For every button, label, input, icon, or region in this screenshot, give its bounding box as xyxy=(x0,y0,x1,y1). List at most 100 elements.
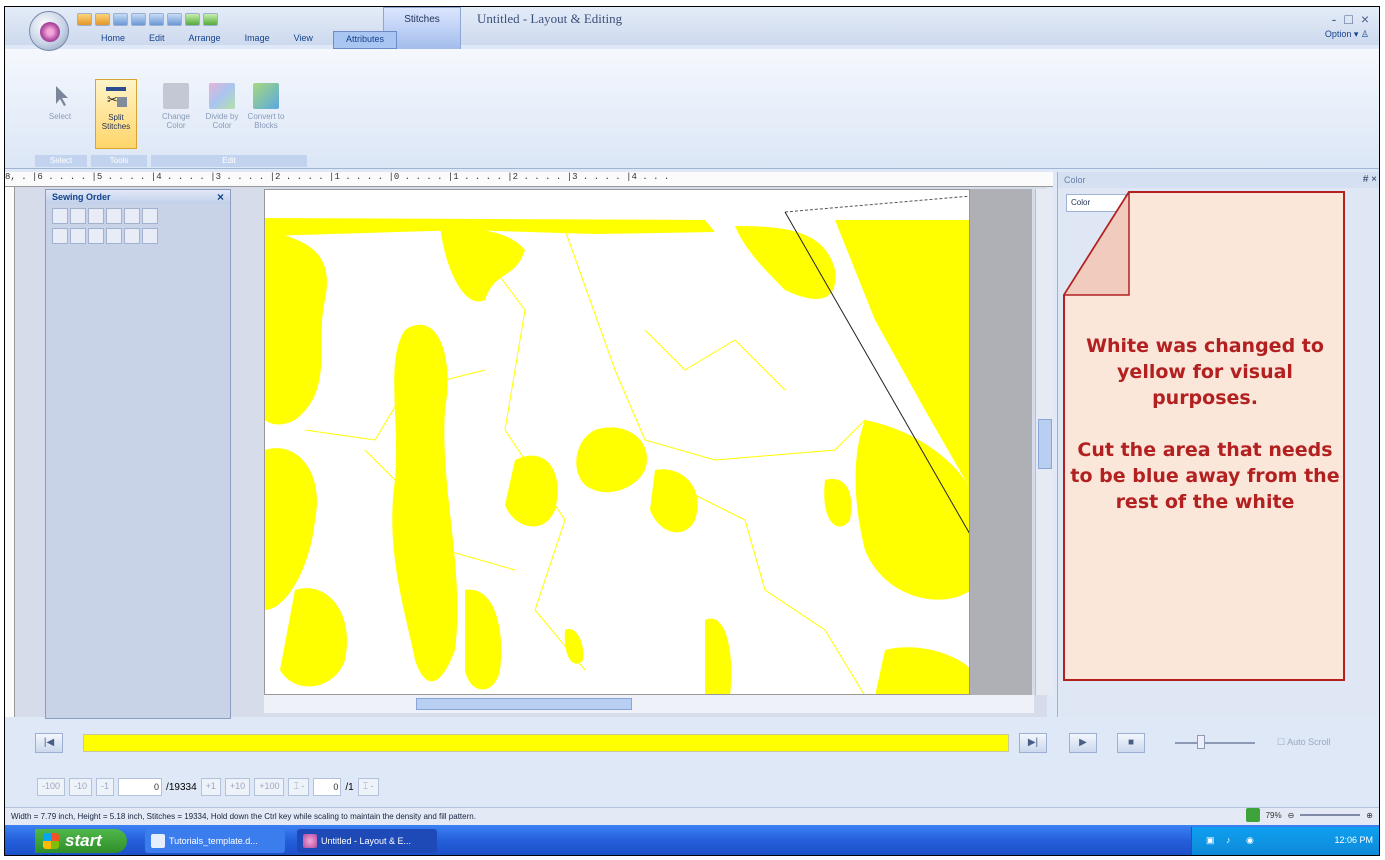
move-down-icon[interactable] xyxy=(88,208,104,224)
auto-scroll-label: Auto Scroll xyxy=(1287,737,1331,747)
new-icon[interactable] xyxy=(77,13,92,26)
zoom-out-icon[interactable]: ⊖ xyxy=(1288,811,1295,820)
ungroup-icon[interactable] xyxy=(70,228,86,244)
stitch-design xyxy=(265,195,969,694)
arrow-icon[interactable] xyxy=(203,13,218,26)
view-icon[interactable] xyxy=(142,208,158,224)
change-color-button[interactable]: Change Color xyxy=(155,83,197,130)
spool-icon xyxy=(163,83,189,109)
print-icon[interactable] xyxy=(149,13,164,26)
vertical-scrollbar[interactable] xyxy=(1035,189,1053,695)
group-icon[interactable] xyxy=(52,228,68,244)
system-tray: ▣ ♪ ◉ 12:06 PM xyxy=(1191,827,1379,855)
sewing-order-close-button[interactable]: × xyxy=(217,190,224,204)
tab-home[interactable]: Home xyxy=(89,31,137,49)
windows-flag-icon xyxy=(43,833,59,849)
context-tab-label: Stitches xyxy=(404,14,440,25)
step-plus-10-button[interactable]: +10 xyxy=(224,778,251,796)
speed-slider-knob[interactable] xyxy=(1197,735,1205,749)
total-blocks-text: /1 xyxy=(345,781,354,793)
split-stitches-button[interactable]: ✂ Split Stitches xyxy=(95,79,137,149)
zoom-slider[interactable] xyxy=(1300,814,1361,816)
window-title: Untitled - Layout & Editing xyxy=(477,11,623,26)
lock-icon[interactable] xyxy=(124,208,140,224)
close-button[interactable]: × xyxy=(1361,11,1369,27)
divide-by-color-button[interactable]: Divide by Color xyxy=(201,83,243,130)
tab-edit[interactable]: Edit xyxy=(137,31,177,49)
taskbar-item-layout[interactable]: Untitled - Layout & E... xyxy=(297,829,437,853)
application-orb[interactable] xyxy=(29,11,69,51)
ribbon-tabs: Home Edit Arrange Image View Attributes xyxy=(89,31,397,49)
windows-taskbar: start Tutorials_template.d... Untitled -… xyxy=(5,825,1379,855)
select-button[interactable]: Select xyxy=(39,83,81,121)
convert-to-blocks-button[interactable]: Convert to Blocks xyxy=(245,83,287,130)
tab-image[interactable]: Image xyxy=(233,31,282,49)
play-button[interactable]: ▶ xyxy=(1069,733,1097,753)
color-panel-title: Color xyxy=(1058,172,1379,188)
callout-text-1: White was changed to yellow for visual p… xyxy=(1086,335,1324,409)
first-stitch-button[interactable]: |◀ xyxy=(35,733,63,753)
group-label-select: Select xyxy=(35,155,87,167)
redo-icon[interactable] xyxy=(185,13,200,26)
step-plus-1-button[interactable]: +1 xyxy=(200,778,221,796)
restore-button[interactable]: □ xyxy=(1344,11,1352,27)
network-icon[interactable]: ▣ xyxy=(1206,835,1215,846)
title-bar: Stitches Untitled - Layout & Editing - □… xyxy=(5,7,1379,53)
convert-to-blocks-label: Convert to Blocks xyxy=(247,112,285,130)
design-canvas[interactable] xyxy=(264,189,970,695)
save-icon[interactable] xyxy=(113,13,128,26)
zoom-in-icon[interactable]: ⊕ xyxy=(1366,811,1373,820)
step-plus-100-button[interactable]: +100 xyxy=(254,778,285,796)
refresh-icon[interactable] xyxy=(131,13,146,26)
move-last-icon[interactable] xyxy=(106,208,122,224)
start-label: start xyxy=(65,831,102,850)
tab-view[interactable]: View xyxy=(282,31,325,49)
stop-button[interactable]: ■ xyxy=(1117,733,1145,753)
current-stitch-field[interactable]: 0 xyxy=(118,778,163,796)
taskbar-item-layout-label: Untitled - Layout & E... xyxy=(321,836,412,846)
current-block-field[interactable]: 0 xyxy=(313,778,342,796)
tab-attributes[interactable]: Attributes xyxy=(332,31,397,49)
move-first-icon[interactable] xyxy=(52,208,68,224)
speed-slider[interactable] xyxy=(1175,735,1255,749)
total-stitches-text: /19334 xyxy=(166,781,197,793)
color-panel-pin-button[interactable]: # × xyxy=(1363,174,1377,185)
tab-arrange[interactable]: Arrange xyxy=(177,31,233,49)
user-icon: ♙ xyxy=(1360,29,1369,39)
quick-access-toolbar xyxy=(77,13,218,26)
step-minus-10-button[interactable]: -10 xyxy=(69,778,93,796)
last-stitch-button[interactable]: ▶| xyxy=(1019,733,1047,753)
move-up-icon[interactable] xyxy=(70,208,86,224)
combine-icon[interactable] xyxy=(88,228,104,244)
step-minus-100-button[interactable]: -100 xyxy=(37,778,66,796)
taskbar-item-tutorials[interactable]: Tutorials_template.d... xyxy=(145,829,285,853)
grid-toggle-icon[interactable] xyxy=(1245,808,1260,822)
scissors-icon: ✂ xyxy=(103,84,129,110)
volume-icon[interactable]: ♪ xyxy=(1226,835,1231,845)
open-icon[interactable] xyxy=(95,13,110,26)
sewing-order-toolbar-top xyxy=(52,208,224,224)
pointer-icon[interactable] xyxy=(142,228,158,244)
horizontal-ruler: 8, . |6 . . . . |5 . . . . |4 . . . . |3… xyxy=(5,172,1053,187)
auto-scroll-checkbox[interactable]: ☐ Auto Scroll xyxy=(1277,737,1331,748)
horizontal-scrollbar[interactable] xyxy=(264,695,1034,713)
start-button[interactable]: start xyxy=(35,829,127,853)
change-color-label: Change Color xyxy=(161,112,191,130)
cut-icon[interactable] xyxy=(124,228,140,244)
vertical-ruler xyxy=(5,187,15,717)
option-menu[interactable]: Option ▾ ♙ xyxy=(1325,29,1369,40)
split-icon[interactable] xyxy=(106,228,122,244)
canvas-margin xyxy=(970,189,1032,695)
document-icon xyxy=(151,834,165,848)
block-next-button[interactable]: ⌶ - xyxy=(357,778,379,796)
minimize-button[interactable]: - xyxy=(1332,11,1337,27)
split-stitches-label: Split Stitches xyxy=(101,113,131,131)
vertical-scroll-thumb[interactable] xyxy=(1038,419,1052,469)
taskbar-item-tutorials-label: Tutorials_template.d... xyxy=(169,836,258,846)
security-icon[interactable]: ◉ xyxy=(1246,835,1254,846)
step-minus-1-button[interactable]: -1 xyxy=(96,778,115,796)
horizontal-scroll-thumb[interactable] xyxy=(416,698,632,710)
stitch-progress-bar[interactable] xyxy=(83,734,1009,752)
block-prev-button[interactable]: ⌶ - xyxy=(288,778,310,796)
undo-icon[interactable] xyxy=(167,13,182,26)
